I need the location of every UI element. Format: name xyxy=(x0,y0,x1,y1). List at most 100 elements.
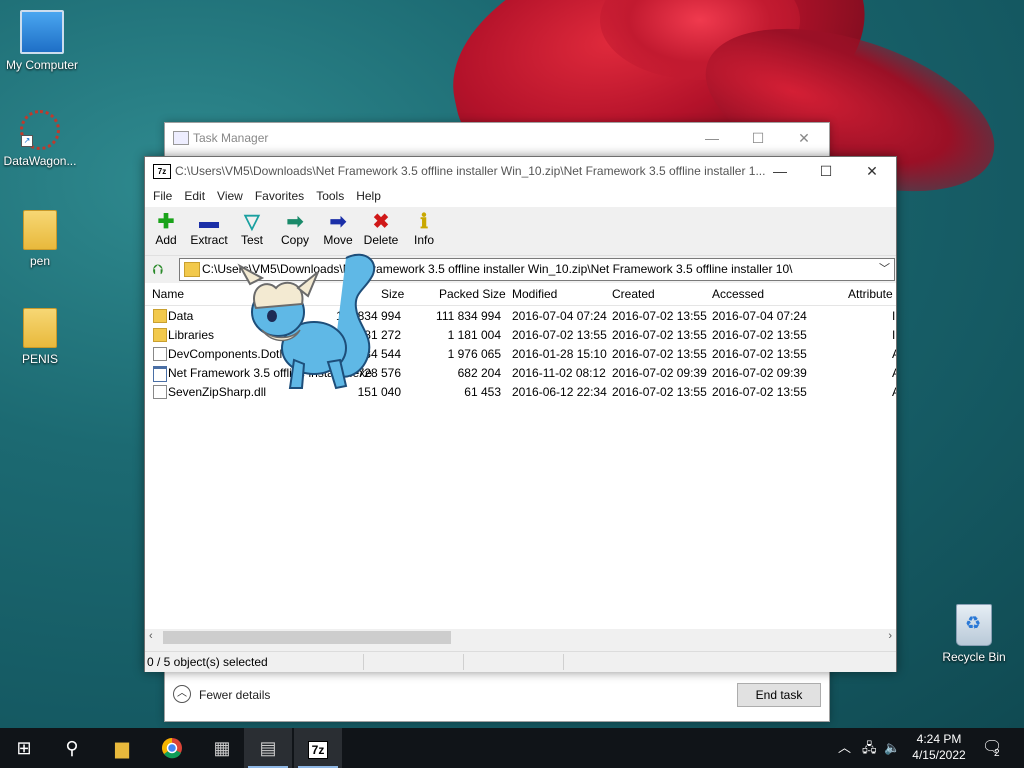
minimize-button[interactable]: — xyxy=(757,157,803,185)
close-button[interactable]: ✕ xyxy=(781,123,827,153)
info-button[interactable]: ℹ Info xyxy=(404,211,444,247)
folder-icon xyxy=(184,262,200,277)
scroll-right-icon[interactable]: › xyxy=(888,630,892,642)
chevron-down-icon[interactable]: ﹀ xyxy=(879,259,890,280)
file-attr: I xyxy=(892,328,896,342)
clock-time: 4:24 PM xyxy=(916,732,962,746)
menu-view[interactable]: View xyxy=(211,189,249,203)
extract-button[interactable]: ▬ Extract xyxy=(189,211,229,247)
copy-button[interactable]: ➡ Copy xyxy=(275,211,315,247)
desktop-icon-datawagon[interactable]: ↗ DataWagon... xyxy=(0,110,82,168)
clock[interactable]: 4:24 PM 4/15/2022 xyxy=(906,731,972,763)
column-name[interactable]: Name xyxy=(152,287,184,301)
chrome-button[interactable] xyxy=(148,728,196,768)
file-row[interactable]: SevenZipSharp.dll 151 040 61 453 2016-06-12… xyxy=(145,382,896,401)
close-button[interactable]: ✕ xyxy=(849,157,895,185)
end-task-button[interactable]: End task xyxy=(737,683,821,707)
horizontal-scrollbar[interactable]: ‹ › xyxy=(145,629,896,646)
desktop-icon-label: DataWagon... xyxy=(3,154,77,168)
column-size[interactable]: Size xyxy=(381,287,404,301)
task-manager-icon: ▤ xyxy=(259,738,277,758)
up-folder-button[interactable]: ⮉ xyxy=(149,260,167,278)
file-packed: 682 204 xyxy=(457,366,501,380)
task-manager-taskbar-button[interactable]: ▤ xyxy=(244,728,292,768)
file-size: 1 181 272 xyxy=(347,328,401,342)
file-packed: 1 181 004 xyxy=(447,328,501,342)
file-explorer-button[interactable]: ▆ xyxy=(98,728,146,768)
file-row[interactable]: Net Framework 3.5 offline installer.exe 7… xyxy=(145,363,896,382)
file-packed: 111 834 994 xyxy=(436,309,501,323)
x-icon: ✖ xyxy=(372,211,390,233)
window-title: C:\Users\VM5\Downloads\Net Framework 3.5… xyxy=(175,164,765,178)
test-button[interactable]: ▽ Test xyxy=(232,211,272,247)
computer-icon xyxy=(20,10,64,54)
maximize-button[interactable]: ☐ xyxy=(803,157,849,185)
column-header-row: Name Size Packed Size Modified Created A… xyxy=(145,283,896,306)
column-created[interactable]: Created xyxy=(612,287,655,301)
chevron-up-icon[interactable]: ︿ xyxy=(838,728,851,768)
start-button[interactable]: ⊞ xyxy=(0,728,48,768)
column-modified[interactable]: Modified xyxy=(512,287,557,301)
file-row[interactable]: Data 111 834 994 111 834 994 2016-07-04 07:… xyxy=(145,306,896,325)
add-button[interactable]: ✚ Add xyxy=(146,211,186,247)
task-manager-titlebar[interactable]: Task Manager — ☐ ✕ xyxy=(165,123,829,153)
file-name: Data xyxy=(168,309,194,323)
notification-count: 2 xyxy=(994,748,1000,759)
taskbar: ⊞ ⚲ ▆ ▦ ▤ 7z ︿ 🖧 🔈 4:24 PM 4/15/2022 🗨 2 xyxy=(0,728,1024,768)
file-row[interactable]: DevComponents.DotNetBar2.dll 5 484 544 1 9… xyxy=(145,344,896,363)
file-modified: 2016-07-02 13:55 xyxy=(512,328,607,342)
7zip-titlebar[interactable]: 7z C:\Users\VM5\Downloads\Net Framework … xyxy=(145,157,896,185)
info-label: Info xyxy=(413,233,434,247)
column-packed-size[interactable]: Packed Size xyxy=(439,287,506,301)
menu-edit[interactable]: Edit xyxy=(178,189,211,203)
app-button[interactable]: ▦ xyxy=(198,728,246,768)
desktop-icon-pen[interactable]: pen xyxy=(0,210,82,268)
desktop-icon-label: PENIS xyxy=(21,352,58,366)
menu-file[interactable]: File xyxy=(147,189,178,203)
dll-file-icon xyxy=(153,385,167,399)
fewer-details-button[interactable]: ︿ Fewer details xyxy=(173,685,270,705)
path-combobox[interactable]: C:\Users\VM5\Downloads\Net Framework 3.5… xyxy=(179,258,895,281)
7zip-app-icon: 7z xyxy=(153,164,171,179)
menu-favorites[interactable]: Favorites xyxy=(249,189,310,203)
column-accessed[interactable]: Accessed xyxy=(712,287,764,301)
7zip-taskbar-button[interactable]: 7z xyxy=(294,728,342,768)
search-button[interactable]: ⚲ xyxy=(48,728,96,768)
volume-icon[interactable]: 🔈 xyxy=(884,728,900,768)
network-icon[interactable]: 🖧 xyxy=(862,728,877,768)
status-divider xyxy=(563,654,564,670)
delete-button[interactable]: ✖ Delete xyxy=(361,211,401,247)
file-modified: 2016-11-02 08:12 xyxy=(512,366,606,380)
check-icon: ▽ xyxy=(244,211,260,233)
file-modified: 2016-07-04 07:24 xyxy=(512,309,607,323)
desktop-icon-my-computer[interactable]: My Computer xyxy=(0,10,84,72)
clock-date: 4/15/2022 xyxy=(912,748,966,762)
maximize-button[interactable]: ☐ xyxy=(735,123,781,153)
desktop-icon-penis[interactable]: PENIS xyxy=(0,308,82,366)
minimize-button[interactable]: — xyxy=(689,123,735,153)
scrollbar-thumb[interactable] xyxy=(163,631,451,644)
folder-icon xyxy=(23,308,57,348)
column-attributes[interactable]: Attribute xyxy=(848,287,893,301)
copy-label: Copy xyxy=(280,233,309,247)
fewer-details-label: Fewer details xyxy=(199,688,271,702)
move-button[interactable]: ➡ Move xyxy=(318,211,358,247)
file-attr: A xyxy=(892,366,896,380)
desktop-icon-recycle-bin[interactable]: Recycle Bin xyxy=(932,604,1016,664)
7zip-window: 7z C:\Users\VM5\Downloads\Net Framework … xyxy=(144,156,897,672)
file-name: DevComponents.DotNetBar2.dll xyxy=(168,347,339,361)
info-icon: ℹ xyxy=(420,211,428,233)
toolbar: ✚ Add ▬ Extract ▽ Test ➡ Copy ➡ Move ✖ D… xyxy=(145,207,896,256)
address-bar: ⮉ C:\Users\VM5\Downloads\Net Framework 3… xyxy=(145,256,896,282)
menu-tools[interactable]: Tools xyxy=(310,189,350,203)
menu-help[interactable]: Help xyxy=(350,189,387,203)
move-label: Move xyxy=(323,233,353,247)
task-manager-icon xyxy=(173,131,189,145)
chrome-icon xyxy=(162,738,182,759)
file-packed: 61 453 xyxy=(464,385,501,399)
extract-label: Extract xyxy=(190,233,228,247)
folder-icon xyxy=(153,309,167,323)
scroll-left-icon[interactable]: ‹ xyxy=(149,630,153,642)
file-row[interactable]: Libraries 1 181 272 1 181 004 2016-07-02 13… xyxy=(145,325,896,344)
selection-status: 0 / 5 object(s) selected xyxy=(147,655,268,669)
